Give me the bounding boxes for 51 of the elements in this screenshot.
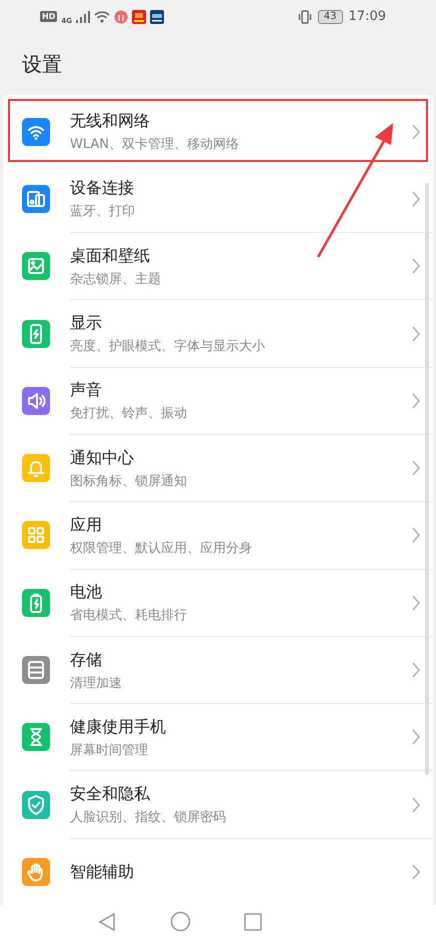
app-icon	[114, 10, 128, 24]
item-title: 安全和隐私	[70, 784, 151, 806]
chevron-icon	[411, 460, 421, 476]
home-icon[interactable]	[170, 911, 191, 932]
item-subtitle: 省电模式、耗电排行	[70, 607, 188, 624]
chevron-icon	[411, 594, 421, 611]
item-subtitle: 亮度、护眼模式、字体与显示大小	[70, 338, 266, 356]
settings-item[interactable]: 无线和网络 WLAN、双卡管理、移动网络	[3, 98, 433, 166]
settings-item[interactable]: 设备连接 蓝牙、打印	[3, 165, 433, 233]
item-title: 电池	[70, 582, 103, 604]
item-title: 健康使用手机	[70, 716, 167, 738]
settings-item[interactable]: 安全和隐私 人脸识别、指纹、锁屏密码	[3, 770, 433, 838]
chevron-icon	[411, 864, 421, 880]
chevron-icon	[411, 258, 421, 274]
vibrate-icon	[298, 10, 312, 24]
item-title: 应用	[70, 514, 103, 536]
item-title: 显示	[70, 313, 103, 334]
hd-icon: HD	[40, 11, 58, 22]
item-title: 声音	[70, 380, 103, 402]
item-subtitle: 屏幕时间管理	[70, 742, 149, 759]
signal-icon	[76, 10, 90, 22]
chevron-icon	[411, 796, 421, 813]
item-title: 存储	[70, 650, 103, 671]
chevron-icon	[411, 124, 421, 140]
back-icon[interactable]	[97, 912, 117, 932]
item-title: 桌面和壁纸	[70, 246, 151, 267]
chevron-icon	[411, 527, 421, 544]
item-subtitle: 清理加速	[70, 674, 123, 692]
item-subtitle: 图标角标、锁屏通知	[70, 472, 188, 490]
chevron-icon	[411, 662, 421, 678]
page-title: 设置	[21, 51, 63, 78]
item-subtitle: 免打扰、铃声、振动	[70, 405, 188, 422]
item-subtitle: WLAN、双卡管理、移动网络	[70, 136, 240, 154]
chevron-icon	[411, 326, 421, 342]
chevron-icon	[411, 392, 421, 409]
chevron-icon	[411, 729, 421, 746]
item-title: 智能辅助	[70, 862, 135, 883]
battery-level: 43	[318, 10, 343, 24]
item-subtitle: 蓝牙、打印	[70, 203, 136, 220]
app-icon	[132, 10, 146, 24]
item-subtitle: 人脸识别、指纹、锁屏密码	[70, 809, 227, 826]
item-title: 无线和网络	[70, 111, 151, 132]
item-title: 通知中心	[70, 448, 135, 469]
wifi-icon	[94, 10, 110, 22]
chevron-icon	[411, 190, 421, 207]
recents-icon[interactable]	[244, 912, 262, 930]
app-icon	[150, 10, 164, 24]
item-subtitle: 权限管理、默认应用、应用分身	[70, 540, 253, 557]
item-title: 设备连接	[70, 178, 135, 200]
clock: 17:09	[348, 9, 386, 24]
item-subtitle: 杂志锁屏、主题	[70, 270, 162, 288]
